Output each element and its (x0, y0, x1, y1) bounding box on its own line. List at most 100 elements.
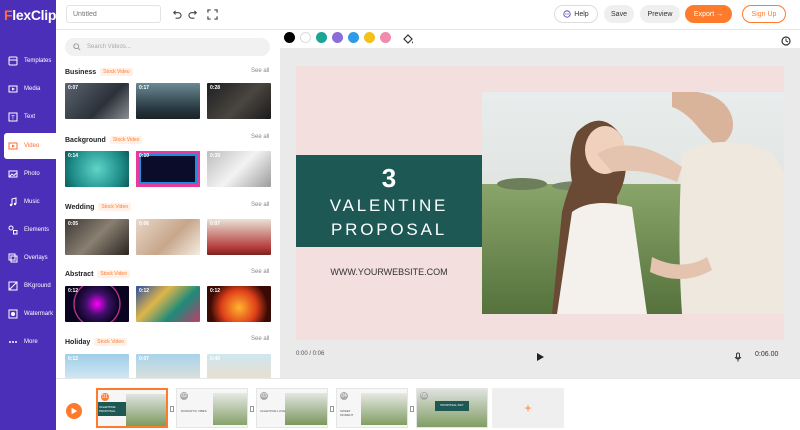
video-thumb[interactable]: 0:07 (65, 83, 129, 119)
sidebar-item-video[interactable]: Video (4, 133, 56, 159)
video-canvas[interactable]: 3 VALENTINE PROPOSAL WWW.YOURWEBSITE.COM (296, 66, 784, 340)
color-swatch-teal[interactable] (316, 32, 327, 43)
see-all-wedding[interactable]: See all (251, 202, 269, 208)
video-thumb[interactable]: 0:06 (136, 219, 200, 255)
color-swatch-white[interactable] (300, 32, 311, 43)
top-toolbar: Help Save Preview Export → Sign Up (56, 0, 800, 30)
duration-label: 0:39 (210, 153, 221, 159)
scene-timeline: VALENTINE PROPOSAL 01 ROMANTIC VIBES 02 … (56, 378, 800, 430)
stock-video-badge: Stock Video (98, 203, 132, 211)
play-all-button[interactable] (66, 403, 82, 419)
video-thumb[interactable]: 0:07 (207, 219, 271, 255)
sidebar-item-label: BKground (24, 283, 51, 289)
flexclip-logo[interactable]: FlexClip (4, 7, 56, 23)
transition-icon[interactable] (250, 406, 254, 412)
transition-icon[interactable] (170, 406, 174, 412)
duration-label: 0:10 (139, 153, 150, 159)
duration-label: 0:12 (139, 288, 150, 294)
color-swatch-pink[interactable] (380, 32, 391, 43)
see-all-holiday[interactable]: See all (251, 336, 269, 342)
sidebar-item-media[interactable]: Media (0, 76, 56, 102)
duration-label: 0:07 (139, 356, 150, 362)
see-all-background[interactable]: See all (251, 134, 269, 140)
clip-number: 05 (420, 392, 428, 400)
clip-number: 03 (260, 392, 268, 400)
video-thumb[interactable]: 0:07 (136, 354, 200, 378)
video-thumb[interactable]: 0:12 (207, 286, 271, 322)
video-thumb[interactable]: 0:12 (65, 354, 129, 378)
chat-icon (563, 10, 571, 18)
transition-icon[interactable] (330, 406, 334, 412)
clip-number: 02 (180, 392, 188, 400)
sidebar-item-photo[interactable]: Photo (0, 161, 56, 187)
clip-caption: SWEET MOMENT (340, 409, 354, 417)
title-line-1[interactable]: VALENTINE (296, 196, 482, 216)
stock-video-badge: Stock Video (100, 68, 133, 76)
play-icon[interactable] (535, 349, 545, 361)
transition-icon[interactable] (410, 406, 414, 412)
export-button[interactable]: Export → (685, 5, 732, 23)
scene-clip-5[interactable]: PROPOSAL DAY 05 (416, 388, 488, 428)
video-thumb[interactable]: 0:40 (207, 354, 271, 378)
video-thumb[interactable]: 0:05 (65, 219, 129, 255)
fit-screen-icon[interactable] (206, 8, 218, 20)
project-title-input[interactable] (66, 5, 161, 23)
video-thumb[interactable]: 0:12 (65, 286, 129, 322)
signup-label: Sign Up (751, 10, 777, 18)
microphone-icon[interactable] (733, 349, 743, 362)
sidebar-item-background[interactable]: BKground (0, 273, 56, 299)
video-thumb[interactable]: 0:12 (136, 286, 200, 322)
sidebar-item-music[interactable]: Music (0, 189, 56, 215)
duration-label: 0:14 (68, 153, 79, 159)
title-number[interactable]: 3 (296, 163, 482, 194)
sidebar-item-text[interactable]: T Text (0, 104, 56, 130)
sidebar-item-overlays[interactable]: Overlays (0, 245, 56, 271)
preview-button[interactable]: Preview (640, 5, 680, 23)
duration-label: 0:40 (210, 356, 221, 362)
color-swatch-black[interactable] (284, 32, 295, 43)
see-all-abstract[interactable]: See all (251, 269, 269, 275)
title-line-2[interactable]: PROPOSAL (296, 220, 482, 240)
more-icon (8, 337, 18, 347)
templates-icon (8, 56, 18, 66)
search-videos-input[interactable]: Search Videos... (65, 38, 270, 56)
redo-icon[interactable] (187, 8, 199, 20)
duration-label: 0:12 (68, 356, 79, 362)
photo-icon (8, 169, 18, 179)
overlays-icon (8, 253, 18, 263)
color-swatch-purple[interactable] (332, 32, 343, 43)
scene-clip-3[interactable]: VALENTINE LOVE 03 (256, 388, 328, 428)
video-thumb[interactable]: 0:17 (136, 83, 200, 119)
current-time: 0:00 / 0:06 (296, 351, 325, 357)
scene-clip-4[interactable]: SWEET MOMENT 04 (336, 388, 408, 428)
color-swatch-yellow[interactable] (364, 32, 375, 43)
sidebar-item-templates[interactable]: Templates (0, 48, 56, 74)
video-thumb[interactable]: 0:10 (136, 151, 200, 187)
undo-icon[interactable] (170, 8, 182, 20)
search-icon (73, 43, 81, 51)
website-text[interactable]: WWW.YOURWEBSITE.COM (296, 267, 482, 277)
sidebar-item-watermark[interactable]: Watermark (0, 301, 56, 327)
scene-clip-2[interactable]: ROMANTIC VIBES 02 (176, 388, 248, 428)
duration-label: 0:17 (139, 85, 150, 91)
signup-button[interactable]: Sign Up (742, 5, 786, 23)
save-button[interactable]: Save (604, 5, 634, 23)
sidebar-item-elements[interactable]: Elements (0, 217, 56, 243)
clock-icon[interactable] (781, 33, 791, 46)
clip-caption: VALENTINE LOVE (260, 409, 286, 413)
scene-clip-1[interactable]: VALENTINE PROPOSAL 01 (96, 388, 168, 428)
logo-text: lexClip (12, 7, 57, 23)
section-name: Wedding (65, 203, 95, 211)
help-label: Help (574, 10, 589, 18)
sidebar-item-more[interactable]: More (0, 329, 56, 355)
video-thumb[interactable]: 0:28 (207, 83, 271, 119)
video-thumb[interactable]: 0:14 (65, 151, 129, 187)
clip-caption: VALENTINE PROPOSAL (99, 405, 116, 413)
paint-bucket-icon[interactable] (402, 32, 414, 44)
color-swatch-blue[interactable] (348, 32, 359, 43)
see-all-business[interactable]: See all (251, 68, 269, 74)
video-thumb[interactable]: 0:39 (207, 151, 271, 187)
couple-photo[interactable] (482, 91, 784, 314)
add-scene-button[interactable]: + (492, 388, 564, 428)
help-button[interactable]: Help (554, 5, 598, 23)
